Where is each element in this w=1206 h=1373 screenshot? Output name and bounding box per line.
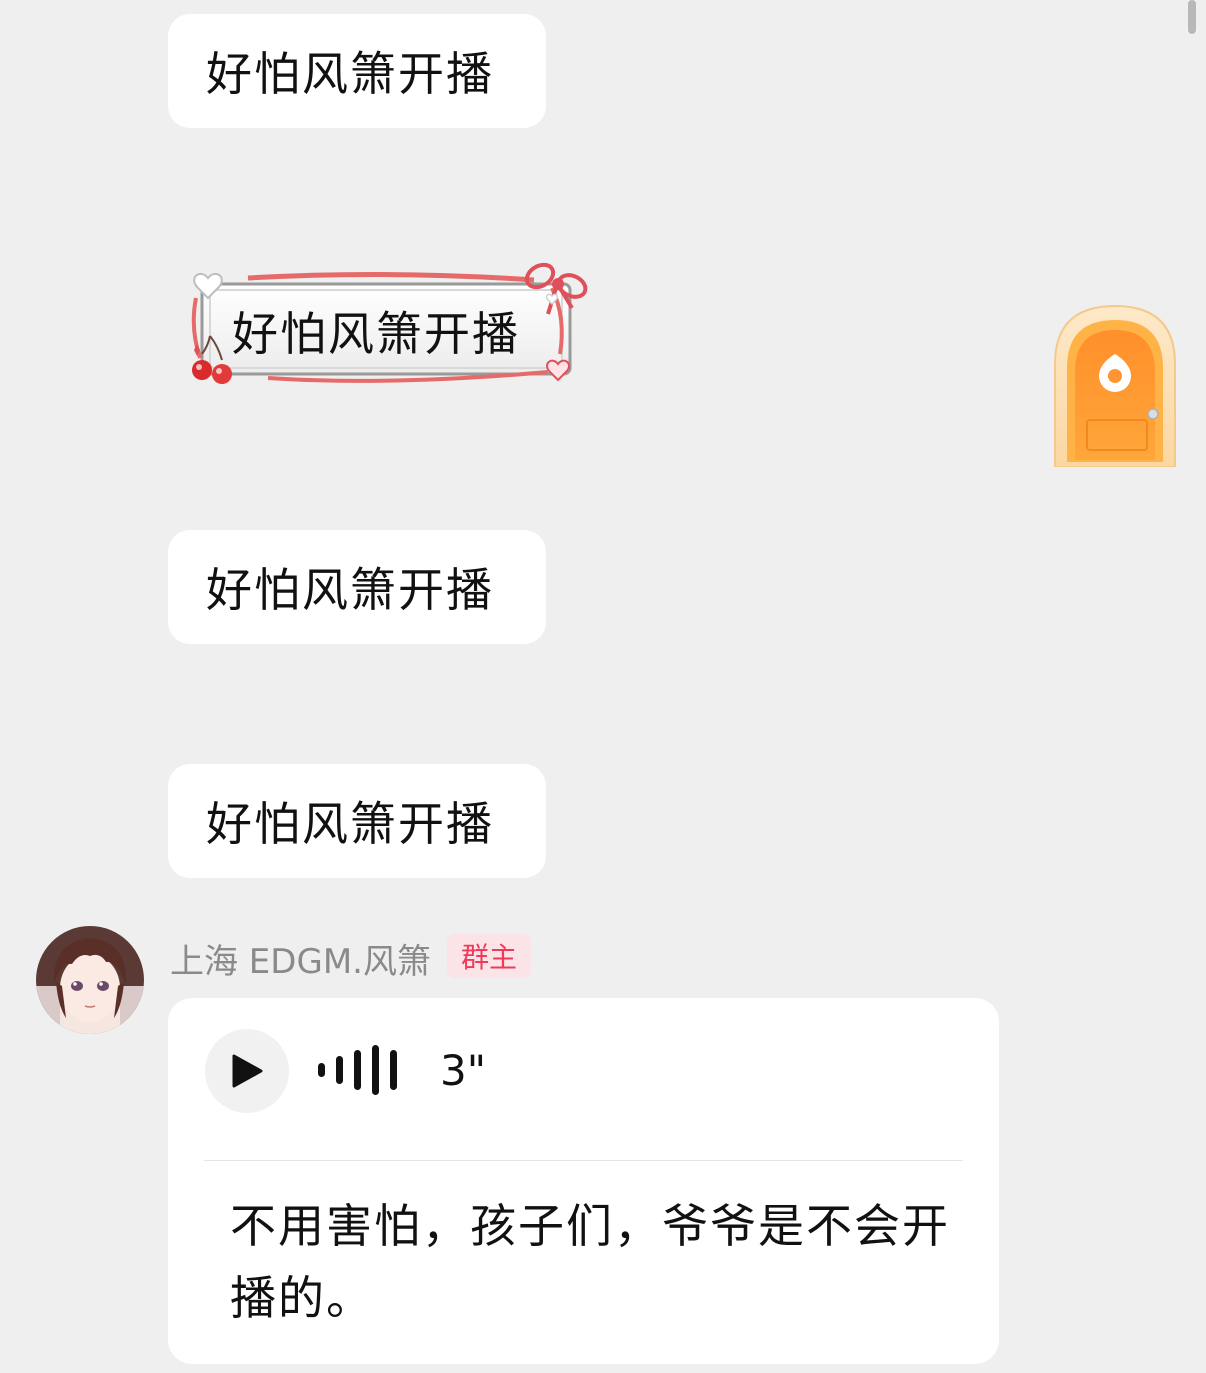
voice-message-card[interactable]: 3" 不用害怕，孩子们，爷爷是不会开播的。 [168,998,999,1364]
role-badge: 群主 [447,934,531,978]
message-bubble[interactable]: 好怕风箫开播 [168,530,546,644]
divider [204,1160,963,1161]
sender-name[interactable]: 上海 EDGM.风箫 [170,934,431,983]
voice-transcript: 不用害怕，孩子们，爷爷是不会开播的。 [230,1199,950,1325]
voice-duration: 3" [440,1046,487,1095]
waveform-icon [318,1045,397,1095]
message-text: 好怕风箫开播 [206,797,494,851]
door-entry-icon[interactable] [1053,304,1177,468]
message-text: 好怕风箫开播 [206,563,494,617]
play-icon [232,1054,263,1088]
ribbon-frame-message[interactable]: 好怕风箫开播 [188,258,598,394]
message-text: 好怕风箫开播 [232,307,520,361]
play-button[interactable] [205,1029,289,1113]
message-text: 好怕风箫开播 [206,47,494,101]
scrollbar[interactable] [1188,0,1196,34]
message-bubble[interactable]: 好怕风箫开播 [168,14,546,128]
message-bubble[interactable]: 好怕风箫开播 [168,764,546,878]
avatar[interactable] [36,926,144,1034]
